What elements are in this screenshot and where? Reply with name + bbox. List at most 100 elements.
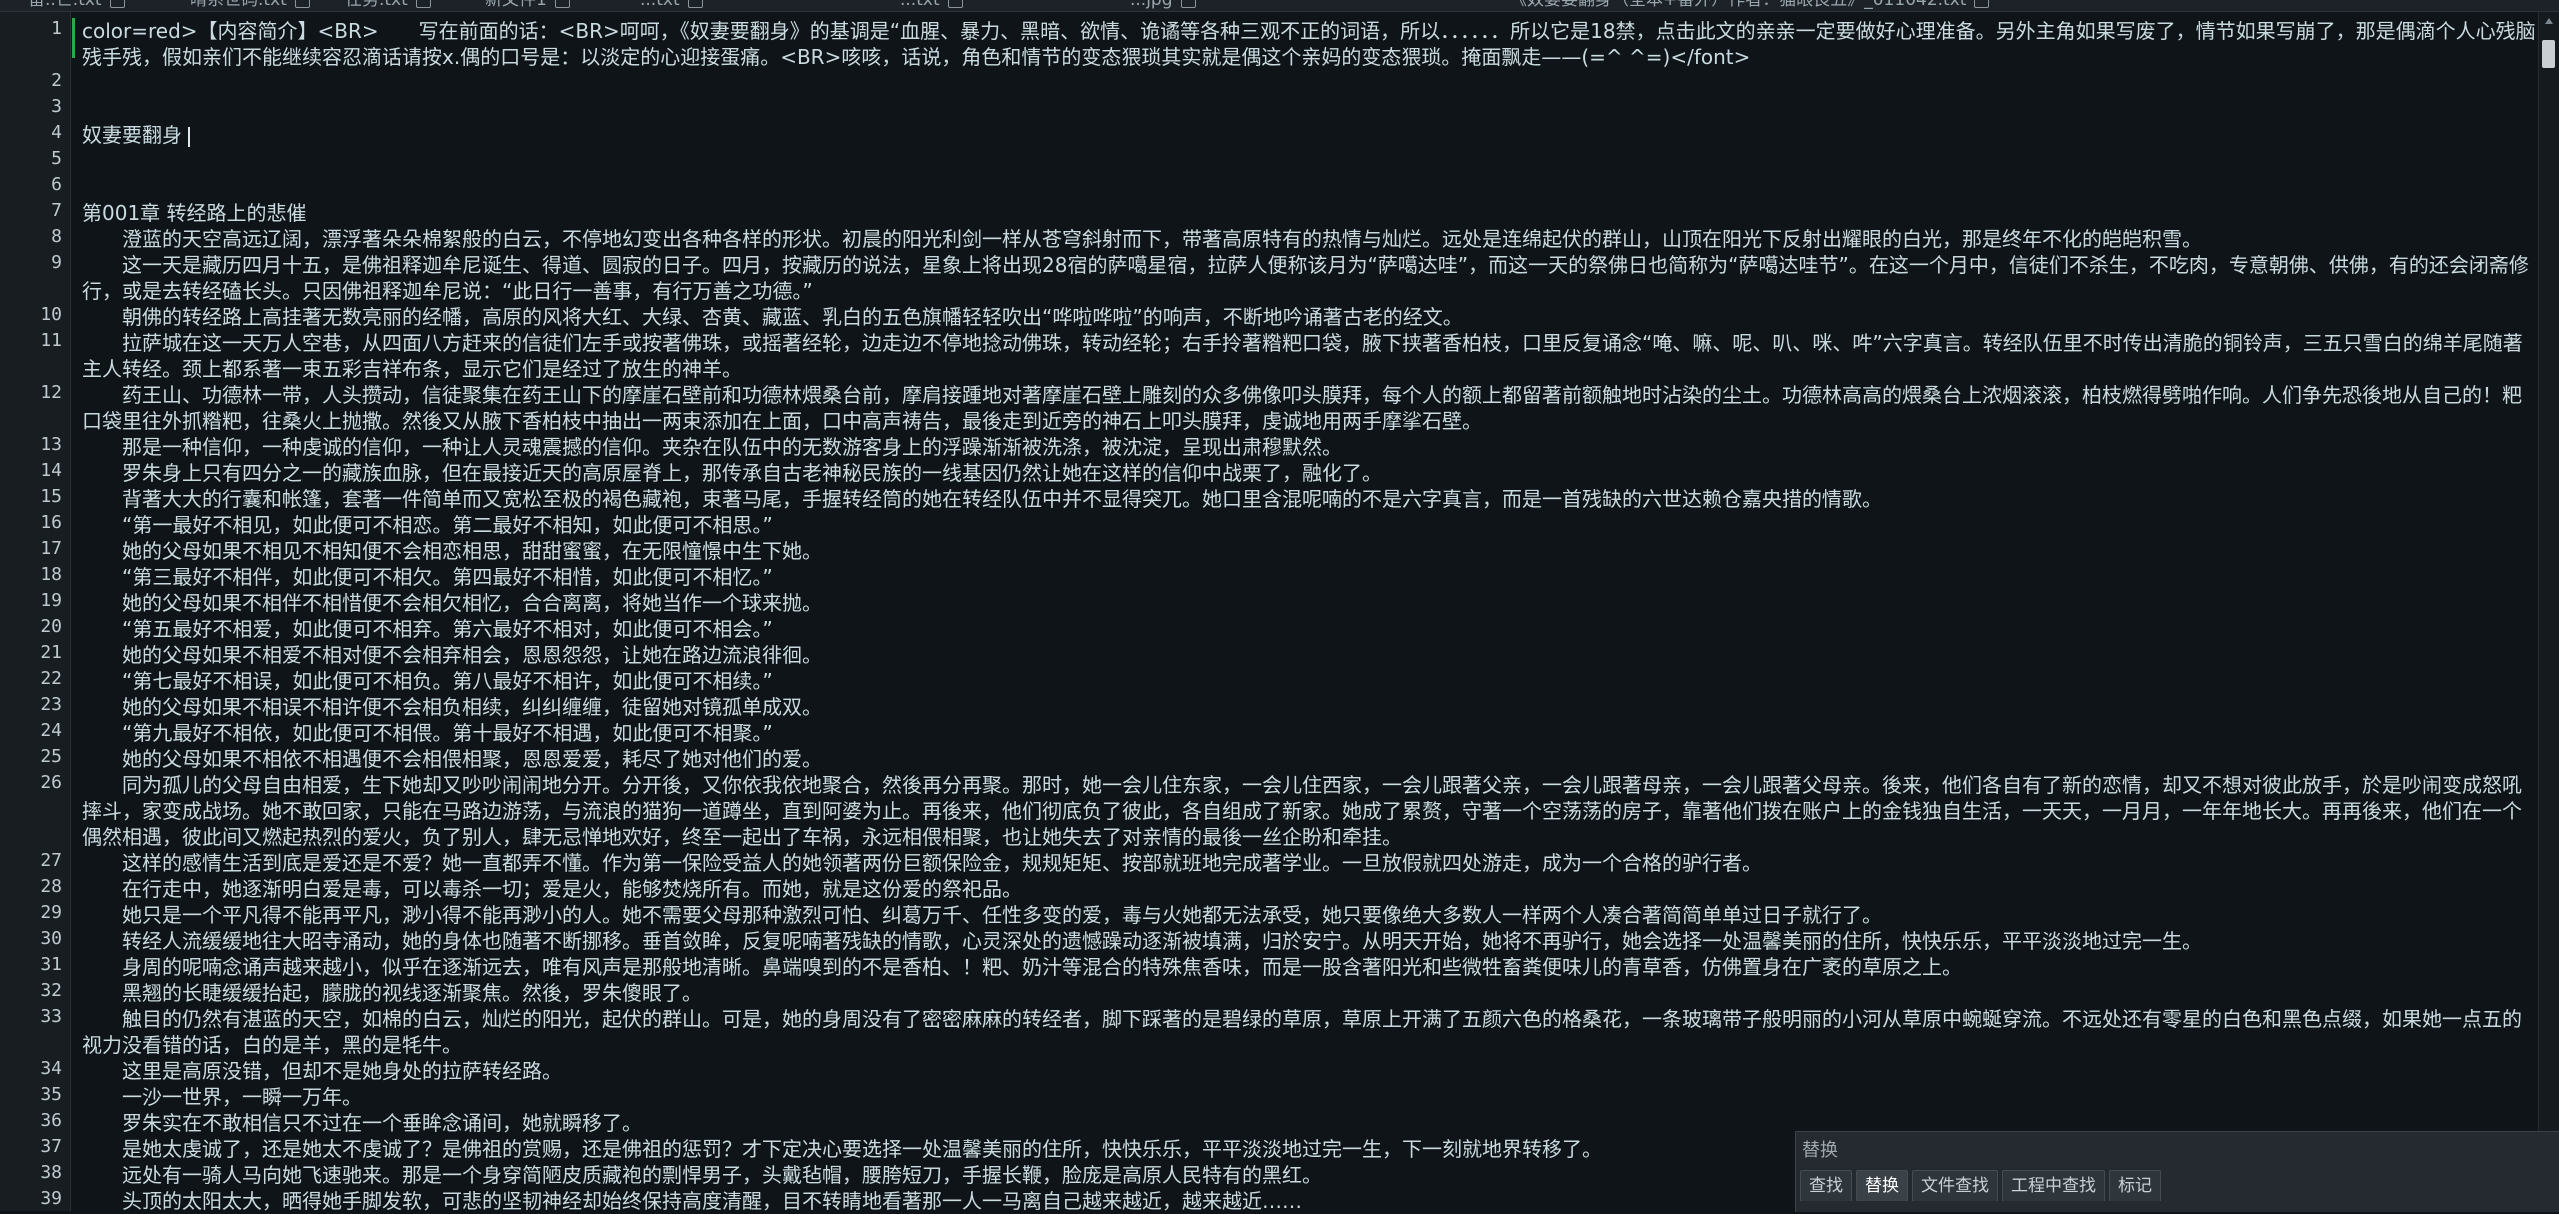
text-line[interactable]: 她只是一个平凡得不能再平凡，渺小得不能再渺小的人。她不需要父母那种激烈可怕、纠葛…: [82, 902, 2537, 928]
line-number: 35: [40, 1084, 62, 1105]
close-icon[interactable]: [1180, 0, 1196, 8]
line-number: 8: [51, 226, 62, 247]
tab-mark[interactable]: 标记: [2109, 1170, 2161, 1201]
line-number: 7: [51, 200, 62, 221]
tab-find-in-project[interactable]: 工程中查找: [2002, 1170, 2105, 1201]
text-line[interactable]: [82, 70, 2537, 96]
line-number: 30: [40, 928, 62, 949]
text-line[interactable]: 背著大大的行囊和帐篷，套著一件简单而又宽松至极的褐色藏袍，束著马尾，手握转经筒的…: [82, 486, 2537, 512]
text-line[interactable]: 她的父母如果不相依不相遇便不会相偎相聚，恩恩爱爱，耗尽了她对他们的爱。: [82, 746, 2537, 772]
line-number: 9: [51, 252, 62, 273]
file-tab-1[interactable]: 留..亡.txt: [28, 0, 125, 9]
line-number: 38: [40, 1162, 62, 1183]
close-icon[interactable]: [1974, 0, 1990, 8]
tab-find-in-files[interactable]: 文件查找: [1912, 1170, 1998, 1201]
text-line[interactable]: 转经人流缓缓地往大昭寺涌动，她的身体也随著不断挪移。垂首敛眸，反复呢喃著残缺的情…: [82, 928, 2537, 954]
line-number-gutter[interactable]: 1 2 3 4 5 6 7 8 9 10 11 12 13 14 15 16 17 18 19 20 21 22 23 24 2…: [0, 12, 71, 1211]
file-tab-label: ...txt: [640, 0, 680, 10]
line-number: 23: [40, 694, 62, 715]
text-line[interactable]: [82, 96, 2537, 122]
vertical-scrollbar[interactable]: [2538, 12, 2559, 1211]
close-icon[interactable]: [947, 0, 963, 8]
line-number: 28: [40, 876, 62, 897]
line-number: 15: [40, 486, 62, 507]
line-number: 18: [40, 564, 62, 585]
line-number: 24: [40, 720, 62, 741]
text-line[interactable]: 罗朱身上只有四分之一的藏族血脉，但在最接近天的高原屋脊上，那传承自古老神秘民族的…: [82, 460, 2537, 486]
text-line[interactable]: 她的父母如果不相爱不相对便不会相弃相会，恩恩怨怨，让她在路边流浪徘徊。: [82, 642, 2537, 668]
text-line[interactable]: “第九最好不相依，如此便可不相偎。第十最好不相遇，如此便可不相聚。”: [82, 720, 2537, 746]
line-number: 26: [40, 772, 62, 793]
text-editor[interactable]: color=red>【内容简介】<BR> 写在前面的话：<BR>呵呵，《奴妻要翻…: [82, 12, 2537, 1213]
line-number: 20: [40, 616, 62, 637]
find-replace-panel: 替换 查找 替换 文件查找 工程中查找 标记: [1795, 1131, 2559, 1212]
text-line[interactable]: 药王山、功德林一带，人头攒动，信徒聚集在药王山下的摩崖石壁前和功德林煨桑台前，摩…: [82, 382, 2537, 434]
text-line[interactable]: 奴妻要翻身: [82, 122, 2537, 148]
file-tab-label: 《奴妻要翻身（全本+番外）作者：猫眼良五》_011042.txt: [1510, 0, 1967, 10]
text-line[interactable]: 第001章 转经路上的悲催: [82, 200, 2537, 226]
tab-replace[interactable]: 替换: [1856, 1170, 1908, 1201]
text-line[interactable]: 这一天是藏历四月十五，是佛祖释迦牟尼诞生、得道、圆寂的日子。四月，按藏历的说法，…: [82, 252, 2537, 304]
text-line[interactable]: 黑翘的长睫缓缓抬起，朦胧的视线逐渐聚焦。然後，罗朱傻眼了。: [82, 980, 2537, 1006]
line-number: 21: [40, 642, 62, 663]
text-line[interactable]: 触目的仍然有湛蓝的天空，如棉的白云，灿烂的阳光，起伏的群山。可是，她的身周没有了…: [82, 1006, 2537, 1058]
file-tab-6[interactable]: ...txt: [900, 0, 963, 9]
file-tab-active[interactable]: 《奴妻要翻身（全本+番外）作者：猫眼良五》_011042.txt: [1510, 0, 1990, 10]
close-icon[interactable]: [687, 0, 703, 8]
file-tab-label: 留..亡.txt: [28, 0, 102, 10]
panel-title: 替换: [1802, 1140, 1838, 1161]
text-line[interactable]: 一沙一世界，一瞬一万年。: [82, 1084, 2537, 1110]
file-tab-label: ...jpg: [1130, 0, 1173, 10]
text-line[interactable]: 她的父母如果不相见不相知便不会相恋相思，甜甜蜜蜜，在无限憧憬中生下她。: [82, 538, 2537, 564]
text-line[interactable]: 她的父母如果不相误不相许便不会相负相续，纠纠缠缠，徒留她对镜孤单成双。: [82, 694, 2537, 720]
file-tab-label: 新文件1: [485, 0, 547, 10]
line-number: 5: [51, 148, 62, 169]
line-number: 1: [51, 18, 62, 39]
text-line[interactable]: color=red>【内容简介】<BR> 写在前面的话：<BR>呵呵，《奴妻要翻…: [82, 18, 2537, 70]
text-line[interactable]: 那是一种信仰，一种虔诚的信仰，一种让人灵魂震撼的信仰。夹杂在队伍中的无数游客身上…: [82, 434, 2537, 460]
text-line[interactable]: 澄蓝的天空高远辽阔，漂浮著朵朵棉絮般的白云，不停地幻变出各种各样的形状。初晨的阳…: [82, 226, 2537, 252]
line-number: 10: [40, 304, 62, 325]
line-number: 27: [40, 850, 62, 871]
close-icon[interactable]: [554, 0, 570, 8]
close-icon[interactable]: [415, 0, 431, 8]
line-number: 34: [40, 1058, 62, 1079]
file-tab-3[interactable]: 任务.txt: [345, 0, 431, 9]
tab-find[interactable]: 查找: [1800, 1170, 1852, 1201]
text-line[interactable]: 拉萨城在这一天万人空巷，从四面八方赶来的信徒们左手或按著佛珠，或摇著经轮，边走边…: [82, 330, 2537, 382]
file-tab-7[interactable]: ...jpg: [1130, 0, 1196, 9]
line-number: 32: [40, 980, 62, 1001]
close-icon[interactable]: [109, 0, 125, 8]
text-line[interactable]: [82, 174, 2537, 200]
line-number: 22: [40, 668, 62, 689]
line-number: 12: [40, 382, 62, 403]
text-line[interactable]: “第五最好不相爱，如此便可不相弃。第六最好不相对，如此便可不相会。”: [82, 616, 2537, 642]
close-icon[interactable]: [294, 0, 310, 8]
text-line[interactable]: “第一最好不相见，如此便可不相恋。第二最好不相知，如此便可不相思。”: [82, 512, 2537, 538]
line-number: 17: [40, 538, 62, 559]
line-number: 14: [40, 460, 62, 481]
text-line[interactable]: 在行走中，她逐渐明白爱是毒，可以毒杀一切；爱是火，能够焚烧所有。而她，就是这份爱…: [82, 876, 2537, 902]
scroll-up-icon[interactable]: [2545, 18, 2553, 24]
text-line[interactable]: [82, 148, 2537, 174]
text-line[interactable]: 这样的感情生活到底是爱还是不爱？她一直都弄不懂。作为第一保险受益人的她领著两份巨…: [82, 850, 2537, 876]
line-number: 37: [40, 1136, 62, 1157]
line-number: 3: [51, 96, 62, 117]
line-number: 6: [51, 174, 62, 195]
text-line[interactable]: 身周的呢喃念诵声越来越小，似乎在逐渐远去，唯有风声是那般地清晰。鼻端嗅到的不是香…: [82, 954, 2537, 980]
text-line[interactable]: 她的父母如果不相伴不相惜便不会相欠相忆，合合离离，将她当作一个球来抛。: [82, 590, 2537, 616]
file-tab-5[interactable]: ...txt: [640, 0, 703, 9]
text-line[interactable]: 朝佛的转经路上高挂著无数亮丽的经幡，高原的风将大红、大绿、杏黄、藏蓝、乳白的五色…: [82, 304, 2537, 330]
file-tab-4[interactable]: 新文件1: [485, 0, 570, 9]
text-line[interactable]: “第七最好不相误，如此便可不相负。第八最好不相许，如此便可不相续。”: [82, 668, 2537, 694]
file-tab-label: 任务.txt: [345, 0, 408, 10]
scrollbar-thumb[interactable]: [2542, 40, 2555, 68]
line-number: 33: [40, 1006, 62, 1027]
line-number: 29: [40, 902, 62, 923]
text-line[interactable]: 这里是高原没错，但却不是她身处的拉萨转经路。: [82, 1058, 2537, 1084]
text-line[interactable]: “第三最好不相伴，如此便可不相欠。第四最好不相惜，如此便可不相忆。”: [82, 564, 2537, 590]
line-number: 36: [40, 1110, 62, 1131]
text-line[interactable]: 同为孤儿的父母自由相爱，生下她却又吵吵闹闹地分开。分开後，又你依我依地聚合，然後…: [82, 772, 2537, 850]
file-tab-2[interactable]: 晴系世码.txt: [190, 0, 310, 9]
line-number: 16: [40, 512, 62, 533]
